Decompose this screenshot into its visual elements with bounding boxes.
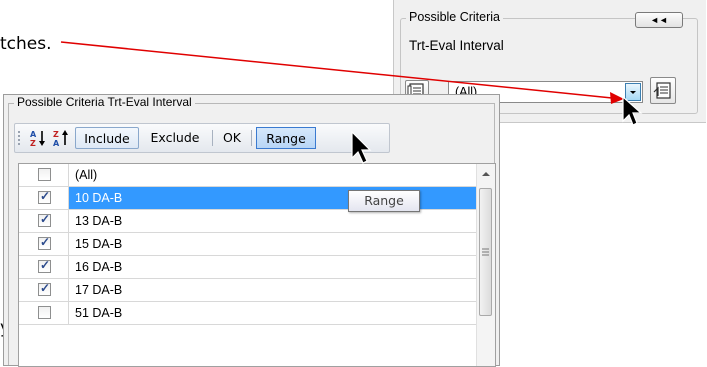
svg-text:Z: Z [30, 139, 36, 147]
checkmark-icon: ✓ [40, 189, 51, 203]
svg-text:A: A [53, 139, 60, 147]
list-item[interactable]: ✓ 13 DA-B [19, 210, 477, 233]
list-item[interactable]: 51 DA-B [19, 302, 477, 325]
checkbox-cell: ✓ [19, 210, 69, 232]
range-button[interactable]: Range [256, 127, 316, 149]
list-item[interactable]: ✓ 16 DA-B [19, 256, 477, 279]
svg-text:A: A [30, 130, 37, 139]
checkbox-cell [19, 164, 69, 186]
criteria-legend: Possible Criteria [406, 10, 504, 24]
checkbox-cell: ✓ [19, 256, 69, 278]
item-checkbox[interactable] [38, 306, 51, 319]
exclude-button[interactable]: Exclude [142, 127, 208, 149]
scroll-grip-icon [482, 248, 489, 256]
sort-descending-icon[interactable]: Z A [53, 129, 71, 148]
checkmark-icon: ✓ [40, 235, 51, 249]
item-label: 16 DA-B [75, 260, 123, 274]
checkbox-cell [19, 302, 69, 324]
checkbox-cell: ✓ [19, 187, 69, 209]
collapse-button[interactable]: ◄◄ [635, 12, 683, 28]
item-checkbox[interactable]: ✓ [38, 281, 51, 296]
list-item[interactable]: ✓ 17 DA-B [19, 279, 477, 302]
criteria-list[interactable]: (All) ✓ 10 DA-B ✓ 13 DA-B ✓ 15 DA-B ✓ 16 DA-B ✓ 17… [18, 163, 496, 367]
vertical-scrollbar[interactable] [476, 164, 495, 366]
filter-popup: Possible Criteria Trt-Eval Interval A Z … [3, 94, 500, 367]
include-button[interactable]: Include [75, 127, 139, 149]
scrollbar-thumb[interactable] [479, 188, 492, 316]
ok-button[interactable]: OK [218, 127, 246, 149]
sort-ascending-icon[interactable]: A Z [30, 129, 48, 148]
checkmark-icon: ✓ [40, 212, 51, 226]
toolbar-separator [212, 130, 213, 146]
popup-title: Possible Criteria Trt-Eval Interval [14, 95, 195, 109]
item-label: 10 DA-B [75, 191, 123, 205]
item-checkbox[interactable]: ✓ [38, 212, 51, 227]
svg-text:Z: Z [53, 130, 59, 139]
item-checkbox[interactable] [38, 168, 51, 181]
checkmark-icon: ✓ [40, 281, 51, 295]
criteria-editor-button[interactable] [650, 77, 676, 104]
combo-dropdown-button[interactable] [625, 83, 641, 101]
item-label: 15 DA-B [75, 237, 123, 251]
document-text-fragment: tches. [0, 34, 52, 54]
checkmark-icon: ✓ [40, 258, 51, 272]
chevron-down-icon [630, 91, 636, 94]
item-checkbox[interactable]: ✓ [38, 189, 51, 204]
criteria-editor-icon [653, 82, 671, 99]
scroll-up-arrow-icon[interactable] [477, 164, 495, 184]
item-label: 17 DA-B [75, 283, 123, 297]
checkbox-cell: ✓ [19, 233, 69, 255]
filter-toolbar: A Z Z A Include Exclude OK Range [14, 123, 390, 153]
item-checkbox[interactable]: ✓ [38, 258, 51, 273]
range-tooltip: Range [348, 190, 420, 212]
list-item[interactable]: (All) [19, 164, 477, 187]
item-checkbox[interactable]: ✓ [38, 235, 51, 250]
item-label: 51 DA-B [75, 306, 123, 320]
criteria-field-name: Trt-Eval Interval [409, 38, 504, 53]
toolbar-grip[interactable] [18, 131, 20, 147]
checkbox-cell: ✓ [19, 279, 69, 301]
toolbar-separator [251, 130, 252, 146]
item-label: (All) [75, 168, 98, 182]
list-item[interactable]: ✓ 15 DA-B [19, 233, 477, 256]
item-label: 13 DA-B [75, 214, 123, 228]
